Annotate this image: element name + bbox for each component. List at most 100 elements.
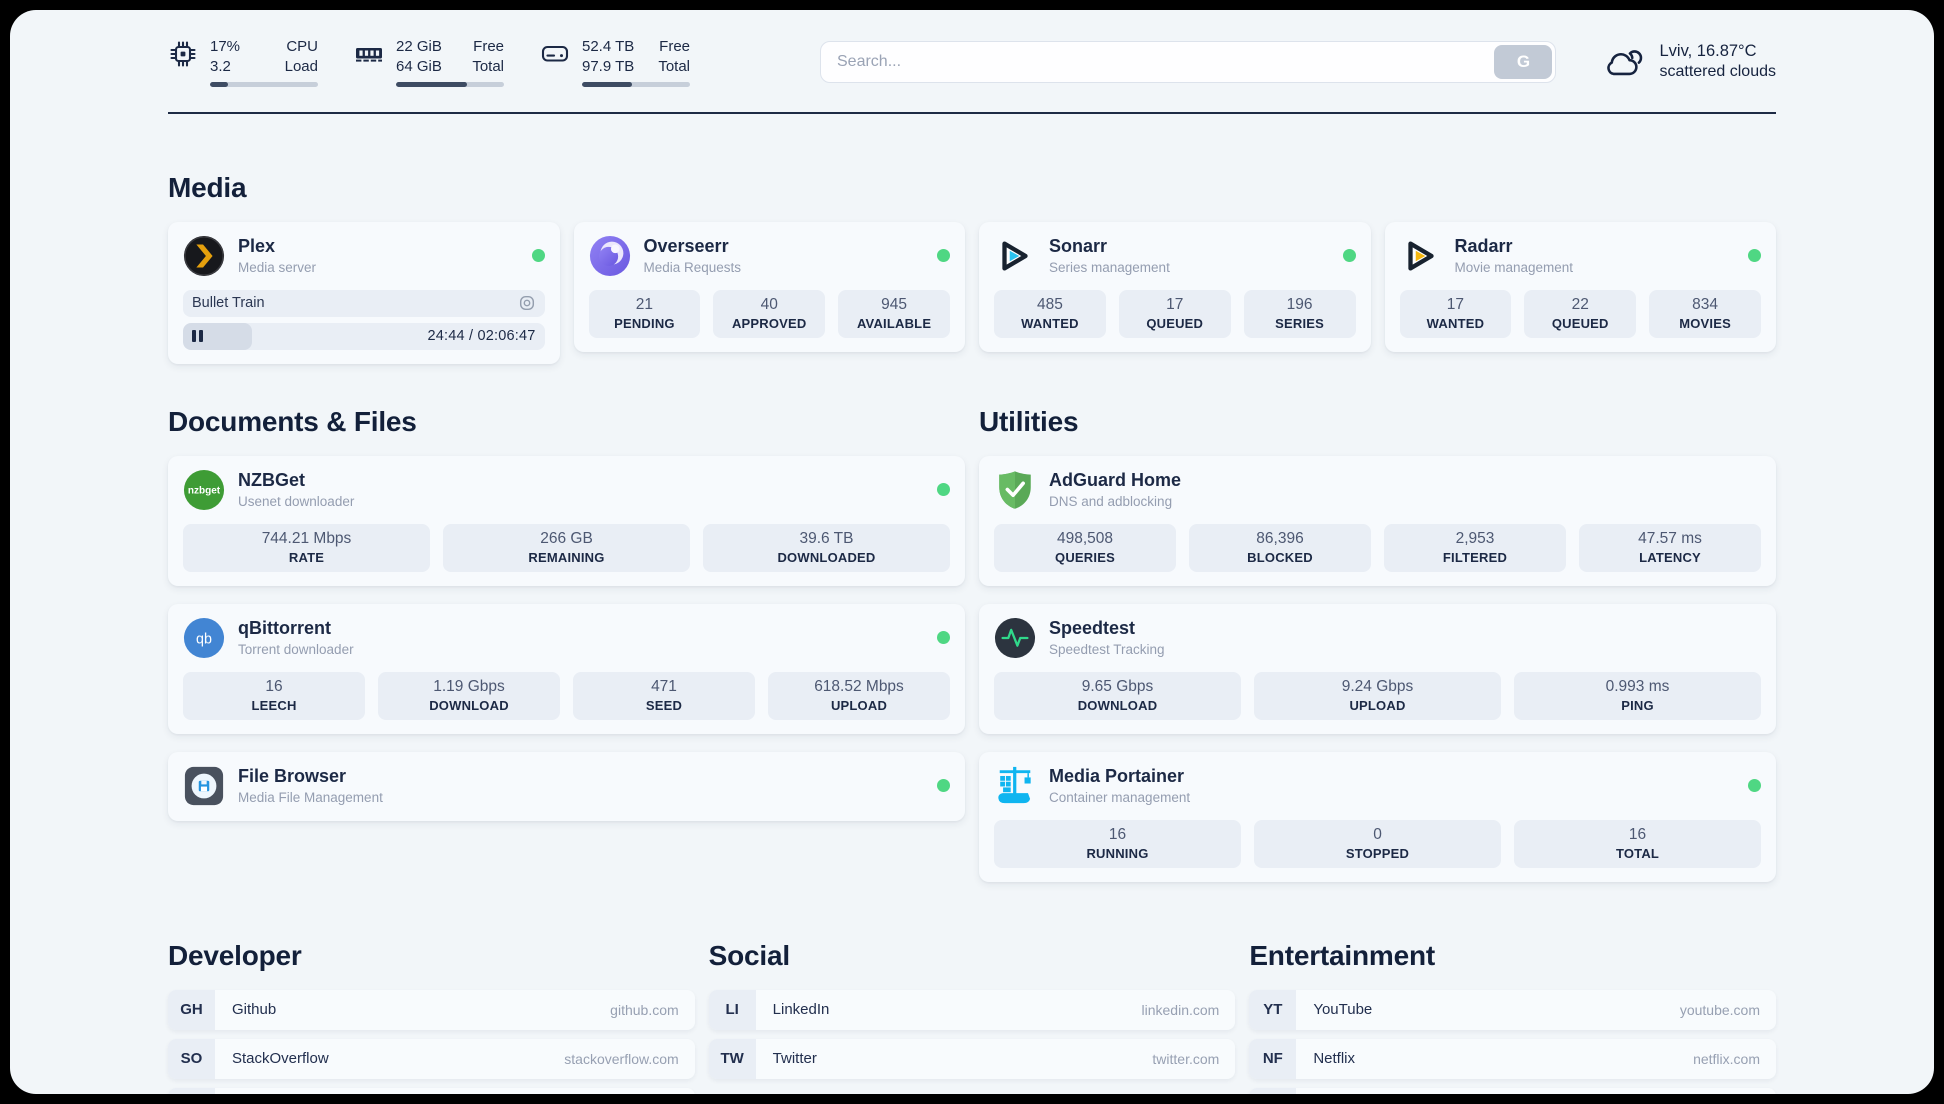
search-engine-button[interactable]: G [1494, 44, 1553, 79]
service-name: Overseerr [643, 235, 729, 256]
service-subtitle: Container management [1049, 790, 1191, 806]
service-card-sonarr[interactable]: Sonarr Series management 485 WANTED 17 QUE… [979, 221, 1371, 352]
service-name: Plex [238, 235, 276, 256]
stat-download: 1.19 Gbps DOWNLOAD [378, 671, 560, 720]
overseerr-icon [589, 235, 630, 276]
bookmark-linkedin[interactable]: LI LinkedIn linkedin.com [708, 989, 1236, 1030]
header-divider [168, 111, 1776, 114]
status-dot [937, 631, 950, 644]
disk-free-value: 52.4 TB [582, 38, 635, 55]
weather-widget: Lviv, 16.87°C scattered clouds [1602, 42, 1776, 81]
stat-series: 196 SERIES [1243, 289, 1356, 338]
service-card-portainer[interactable]: Media Portainer Container management 16 R… [979, 751, 1776, 882]
sonarr-icon [1002, 240, 1028, 271]
bookmark-reddit[interactable]: RE Reddit reddit.com [1249, 1087, 1776, 1094]
stat-wanted: 17 WANTED [1399, 289, 1512, 338]
status-dot [937, 249, 950, 262]
plex-now-playing: Bullet Train 24:44 / 02:06:47 [183, 289, 545, 350]
cpu-load-value: 3.2 [210, 58, 231, 76]
now-playing-icon[interactable] [518, 294, 536, 312]
service-subtitle: Series management [1049, 260, 1170, 276]
service-card-overseerr[interactable]: Overseerr Media Requests 21 PENDING 40 APP… [573, 221, 965, 352]
stat-movies: 834 MOVIES [1649, 289, 1761, 338]
stat-upload: 9.24 Gbps UPLOAD [1254, 671, 1501, 720]
status-dot [531, 249, 545, 262]
cpu-load-label: Load [284, 58, 318, 76]
section-title-utilities: Utilities [979, 405, 1079, 437]
svg-text:qb: qb [196, 631, 212, 647]
bookmark-stackoverflow[interactable]: SO StackOverflow stackoverflow.com [168, 1038, 695, 1079]
stat-approved: 40 APPROVED [713, 289, 826, 338]
service-name: NZBGet [238, 469, 305, 490]
filebrowser-icon [184, 766, 224, 805]
stat-seed: 471 SEED [573, 671, 755, 720]
service-card-qbittorrent[interactable]: qb qBittorrent Torrent downloader 16 LEEC… [168, 603, 965, 734]
cpu-usage-value: 17% [210, 38, 241, 55]
section-social: Social LI LinkedIn linkedin.com TW Twitt… [708, 940, 1236, 1079]
cpu-icon [170, 41, 196, 67]
dashboard-page: 17% CPU 3.2 Load 22 GiB Free 64 GiB Tota… [10, 10, 1934, 1094]
service-subtitle: Movie management [1454, 260, 1574, 276]
service-card-plex[interactable]: Plex Media server Bullet Train 24:44 / 0… [168, 221, 560, 364]
memory-progress-bar [396, 81, 504, 87]
status-dot [1342, 249, 1356, 262]
stat-queries: 498,508 QUERIES [994, 523, 1176, 572]
search-input[interactable] [820, 40, 1557, 83]
service-subtitle: Media Requests [643, 260, 742, 276]
service-subtitle: Speedtest Tracking [1049, 642, 1165, 658]
section-title-developer: Developer [168, 939, 302, 971]
service-name: Speedtest [1049, 617, 1136, 638]
search-container: G [820, 40, 1557, 83]
disk-widget: 52.4 TB Free 97.9 TB Total [540, 37, 690, 87]
service-card-filebrowser[interactable]: File Browser Media File Management [168, 751, 965, 821]
service-card-speedtest[interactable]: Speedtest Speedtest Tracking 9.65 Gbps DO… [979, 603, 1776, 734]
adguard-icon [999, 470, 1031, 509]
section-title-media: Media [168, 171, 247, 203]
service-card-adguard[interactable]: AdGuard Home DNS and adblocking 498,508 Q… [979, 455, 1776, 586]
service-name: File Browser [238, 765, 347, 786]
bookmark-dev[interactable]: DT DEV dev.to [168, 1087, 695, 1094]
cpu-usage-label: CPU [286, 38, 318, 55]
service-subtitle: Media server [238, 260, 317, 276]
nzbget-icon: nzbget [183, 469, 225, 510]
stat-blocked: 86,396 BLOCKED [1189, 523, 1371, 572]
radarr-icon [1407, 240, 1434, 271]
service-name: qBittorrent [238, 617, 331, 638]
stat-download: 9.65 Gbps DOWNLOAD [994, 671, 1241, 720]
disk-free-label: Free [659, 38, 690, 55]
svg-text:nzbget: nzbget [188, 485, 221, 496]
service-subtitle: Media File Management [238, 790, 383, 806]
cloud-icon [1607, 49, 1643, 75]
playback-time: 24:44 / 02:06:47 [427, 328, 536, 344]
section-title-entertainment: Entertainment [1249, 939, 1435, 971]
bookmark-netflix[interactable]: NF Netflix netflix.com [1249, 1038, 1776, 1079]
stat-running: 16 RUNNING [994, 819, 1241, 868]
disk-total-value: 97.9 TB [582, 58, 635, 76]
bookmark-youtube[interactable]: YT YouTube youtube.com [1249, 989, 1776, 1030]
memory-free-value: 22 GiB [396, 38, 442, 55]
stat-downloaded: 39.6 TB DOWNLOADED [703, 523, 950, 572]
top-bar: 17% CPU 3.2 Load 22 GiB Free 64 GiB Tota… [168, 37, 1776, 87]
stat-leech: 16 LEECH [183, 671, 365, 720]
bookmark-twitter[interactable]: TW Twitter twitter.com [708, 1038, 1236, 1079]
section-title-documents: Documents & Files [168, 405, 417, 437]
section-developer: Developer GH Github github.com SO StackO… [168, 939, 695, 1094]
stat-upload: 618.52 Mbps UPLOAD [768, 671, 950, 720]
service-name: Media Portainer [1049, 765, 1185, 786]
service-card-nzbget[interactable]: nzbget NZBGet Usenet downloader 744.21 M… [168, 455, 965, 586]
weather-condition: scattered clouds [1659, 63, 1776, 81]
stat-queued: 22 QUEUED [1524, 289, 1637, 338]
stat-rate: 744.21 Mbps RATE [183, 523, 430, 572]
memory-free-label: Free [473, 38, 504, 55]
memory-icon [356, 48, 382, 62]
bookmark-github[interactable]: GH Github github.com [168, 989, 695, 1030]
service-subtitle: Usenet downloader [238, 494, 355, 510]
stat-latency: 47.57 ms LATENCY [1579, 523, 1761, 572]
memory-widget: 22 GiB Free 64 GiB Total [354, 37, 504, 87]
now-playing-title: Bullet Train [192, 295, 265, 311]
status-dot [937, 483, 950, 496]
status-dot [1748, 779, 1761, 792]
service-card-radarr[interactable]: Radarr Movie management 17 WANTED 22 QUEUE… [1384, 221, 1776, 352]
pause-icon[interactable] [192, 330, 203, 342]
stat-filtered: 2,953 FILTERED [1384, 523, 1566, 572]
